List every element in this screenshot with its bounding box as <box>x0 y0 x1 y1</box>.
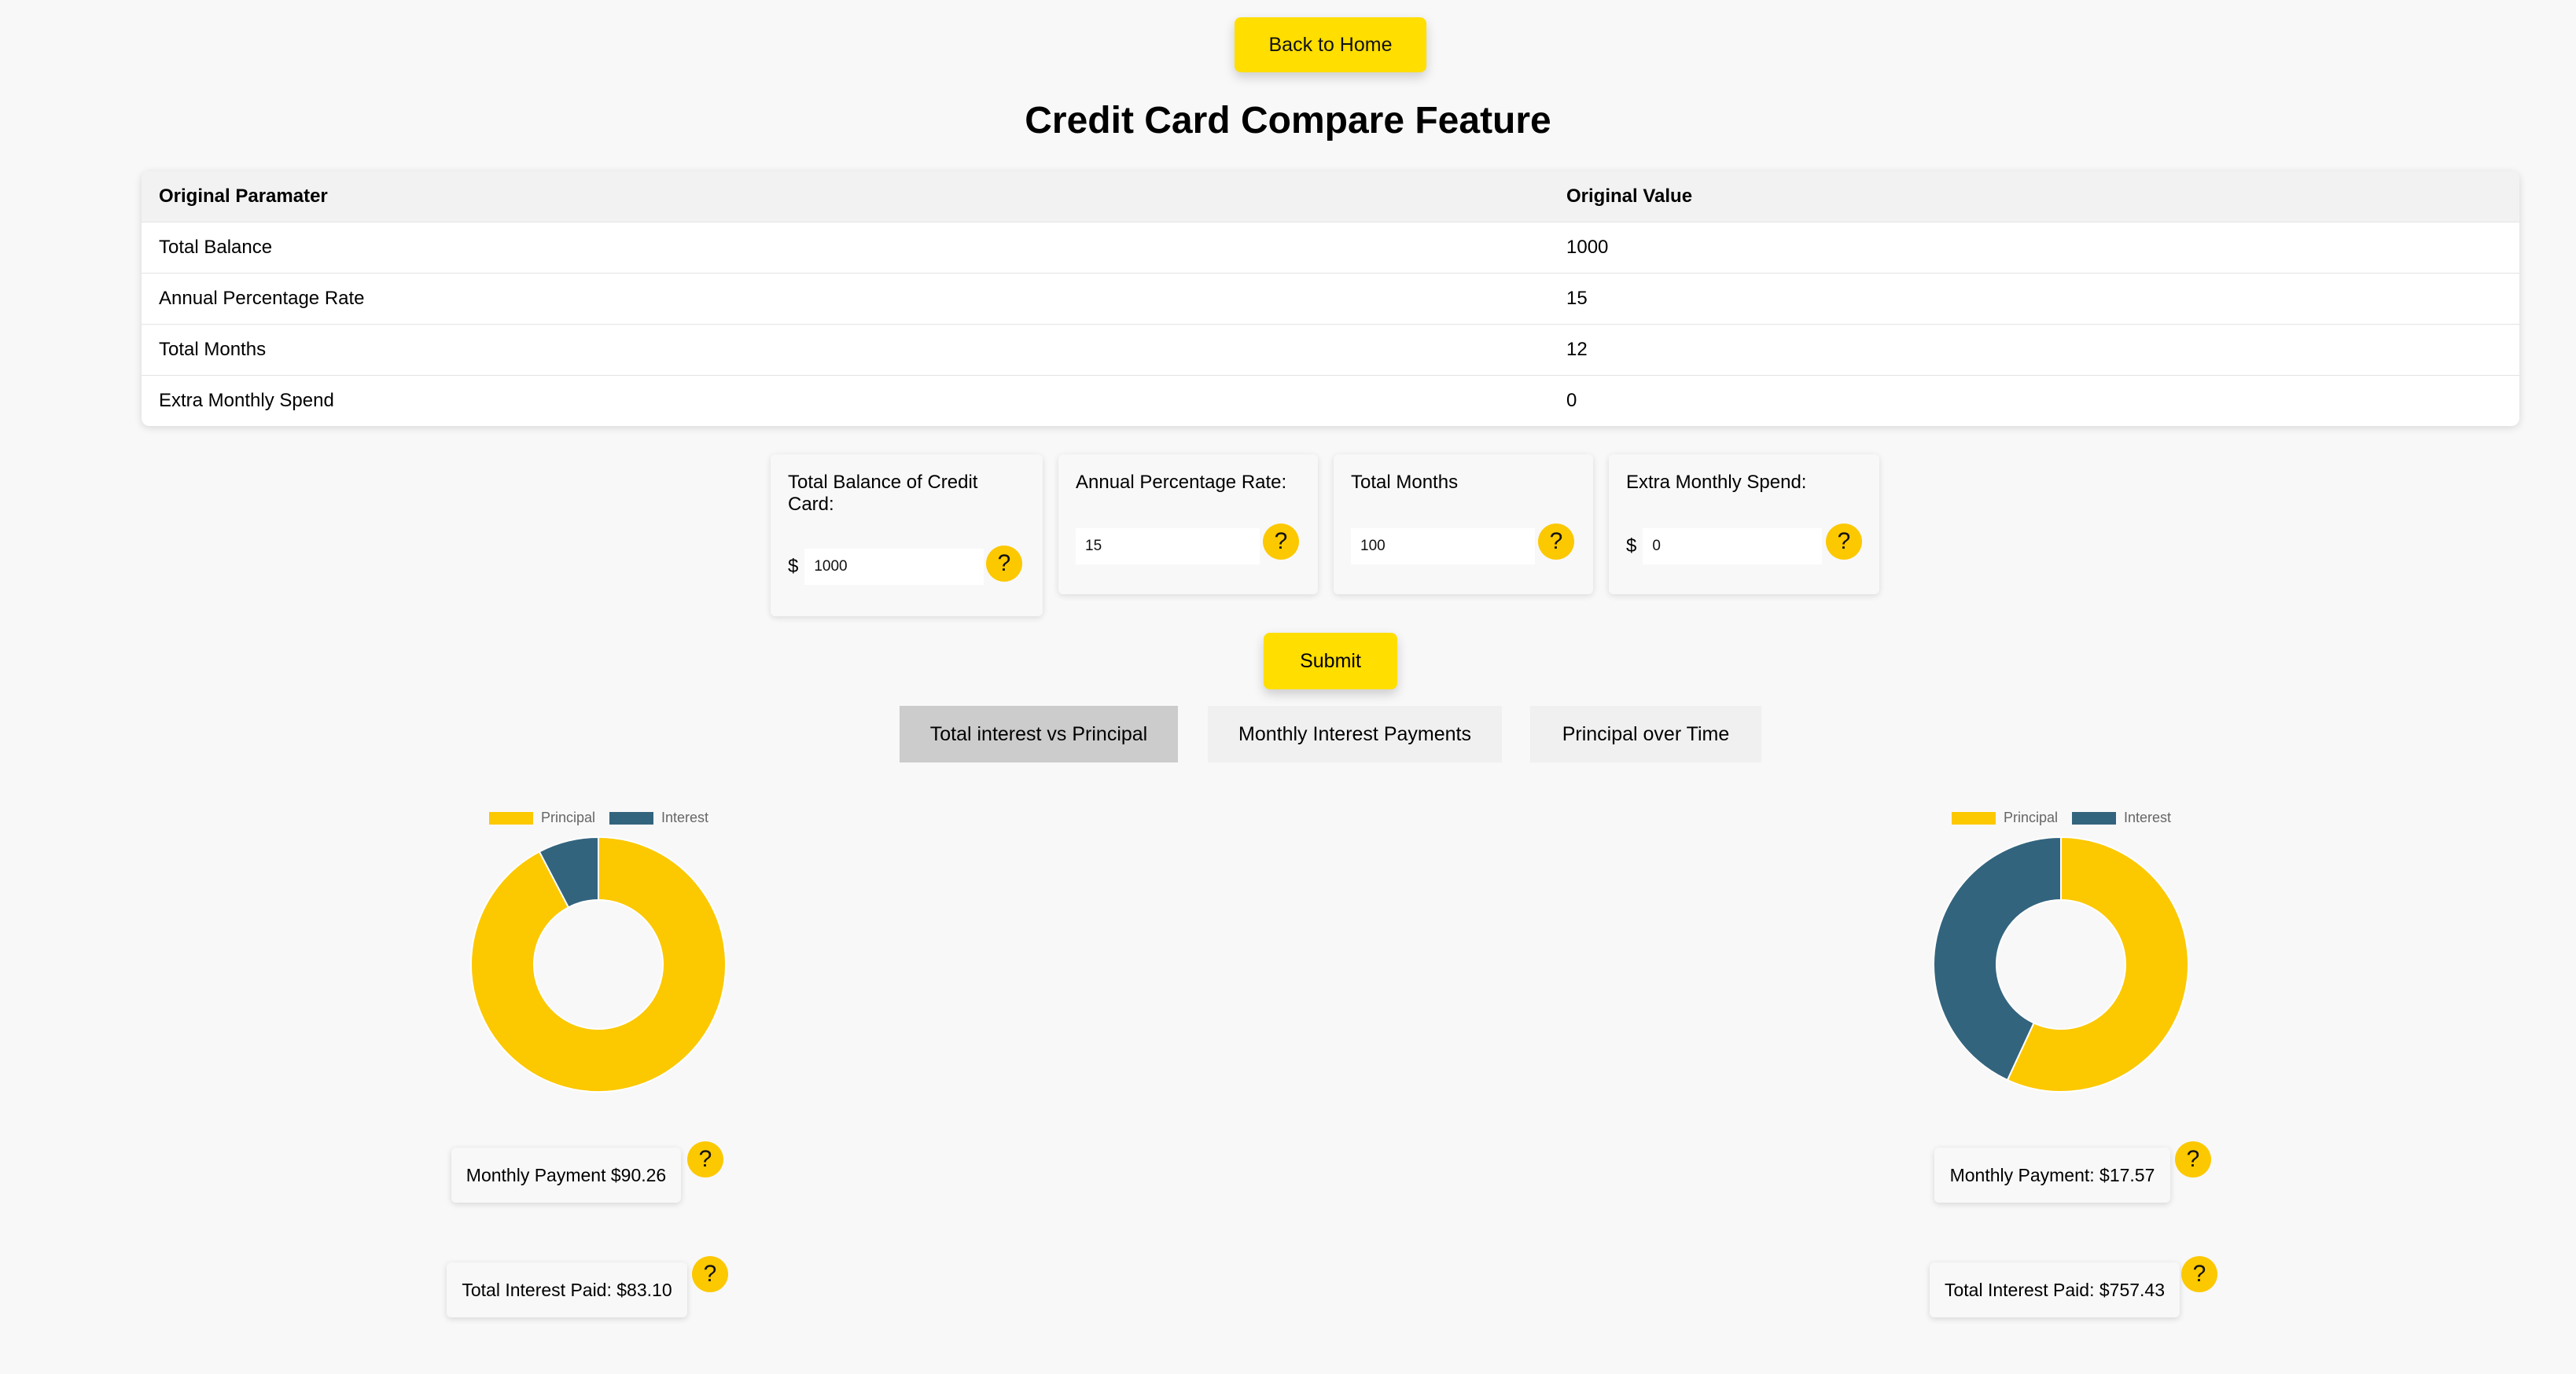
legend-item-interest[interactable]: Interest <box>609 810 708 826</box>
principal-swatch <box>1952 811 1996 825</box>
months-input-row: 100 <box>1351 528 1535 564</box>
table-row: Annual Percentage Rate 15 <box>142 274 2519 325</box>
back-to-home-button[interactable]: Back to Home <box>1235 17 1426 72</box>
value-cell: 1000 <box>1566 237 1609 258</box>
parameter-cell: Annual Percentage Rate <box>159 288 365 309</box>
legend-item-principal[interactable]: Principal <box>1952 810 2058 826</box>
months-input[interactable]: 100 <box>1351 528 1535 564</box>
left-total-interest-help-icon[interactable]: ? <box>692 1256 728 1292</box>
interest-swatch <box>609 811 654 825</box>
legend-item-interest[interactable]: Interest <box>2072 810 2171 826</box>
months-help-icon[interactable]: ? <box>1538 524 1574 560</box>
right-monthly-payment: Monthly Payment: $17.57 <box>1949 1164 2155 1185</box>
value-cell: 0 <box>1566 390 1577 411</box>
left-total-interest: Total Interest Paid: $83.10 <box>462 1279 672 1300</box>
months-input-card: Total Months 100 ? <box>1334 454 1593 594</box>
column-header-value: Original Value <box>1566 186 1693 207</box>
months-label: Total Months <box>1351 472 1459 493</box>
apr-help-icon[interactable]: ? <box>1263 524 1299 560</box>
extra-spend-help-icon[interactable]: ? <box>1826 524 1862 560</box>
apr-label: Annual Percentage Rate: <box>1076 472 1287 493</box>
table-row: Extra Monthly Spend 0 <box>142 376 2519 426</box>
right-chart-legend: Principal Interest <box>1952 810 2185 826</box>
right-donut-chart <box>1933 836 2189 1093</box>
table-row: Total Balance 1000 <box>142 222 2519 274</box>
apr-input[interactable]: 15 <box>1076 528 1260 564</box>
interest-swatch <box>2072 811 2117 825</box>
dollar-sign: $ <box>1626 535 1637 557</box>
balance-help-icon[interactable]: ? <box>986 546 1022 582</box>
right-total-interest-help-icon[interactable]: ? <box>2181 1256 2217 1292</box>
left-chart-legend: Principal Interest <box>489 810 723 826</box>
apr-input-row: 15 <box>1076 528 1260 564</box>
page: Back to Home Credit Card Compare Feature… <box>0 0 2576 1374</box>
right-total-interest-card: Total Interest Paid: $757.43 <box>1930 1262 2180 1317</box>
extra-spend-label: Extra Monthly Spend: <box>1626 472 1807 493</box>
parameter-cell: Extra Monthly Spend <box>159 390 334 411</box>
extra-spend-input-row: $ 0 <box>1626 528 1823 564</box>
legend-label: Interest <box>661 810 709 825</box>
value-cell: 15 <box>1566 288 1588 309</box>
table-row: Total Months 12 <box>142 325 2519 376</box>
legend-label: Principal <box>2004 810 2059 825</box>
legend-item-principal[interactable]: Principal <box>489 810 595 826</box>
left-donut-chart <box>470 836 727 1093</box>
tab-principal-over-time[interactable]: Principal over Time <box>1530 706 1761 762</box>
left-monthly-payment-card: Monthly Payment $90.26 <box>451 1148 681 1203</box>
right-total-interest: Total Interest Paid: $757.43 <box>1944 1279 2166 1300</box>
value-cell: 12 <box>1566 339 1588 360</box>
right-monthly-payment-help-icon[interactable]: ? <box>2175 1141 2211 1177</box>
parameter-cell: Total Months <box>159 339 267 360</box>
apr-input-card: Annual Percentage Rate: 15 ? <box>1058 454 1318 594</box>
page-title: Credit Card Compare Feature <box>1025 100 1551 141</box>
left-total-interest-card: Total Interest Paid: $83.10 <box>447 1262 687 1317</box>
balance-input-card: Total Balance of Credit Card: $ 1000 ? <box>771 454 1043 616</box>
balance-label: Total Balance of Credit Card: <box>788 472 978 515</box>
original-parameters-table: Original Paramater Original Value Total … <box>142 171 2519 426</box>
parameter-cell: Total Balance <box>159 237 273 258</box>
table-header-row: Original Paramater Original Value <box>142 171 2519 222</box>
legend-label: Interest <box>2124 810 2172 825</box>
tab-monthly-interest-payments[interactable]: Monthly Interest Payments <box>1208 706 1502 762</box>
extra-spend-input[interactable]: 0 <box>1643 528 1823 564</box>
submit-button[interactable]: Submit <box>1264 633 1397 689</box>
principal-swatch <box>489 811 533 825</box>
legend-label: Principal <box>541 810 596 825</box>
left-monthly-payment-help-icon[interactable]: ? <box>687 1141 723 1177</box>
balance-input-row: $ 1000 <box>788 549 984 585</box>
extra-spend-input-card: Extra Monthly Spend: $ 0 ? <box>1609 454 1879 594</box>
column-header-parameter: Original Paramater <box>159 186 328 207</box>
dollar-sign: $ <box>788 556 799 577</box>
balance-input[interactable]: 1000 <box>804 549 984 585</box>
left-monthly-payment: Monthly Payment $90.26 <box>466 1164 667 1185</box>
tab-total-interest-vs-principal[interactable]: Total interest vs Principal <box>900 706 1178 762</box>
right-monthly-payment-card: Monthly Payment: $17.57 <box>1934 1148 2170 1203</box>
